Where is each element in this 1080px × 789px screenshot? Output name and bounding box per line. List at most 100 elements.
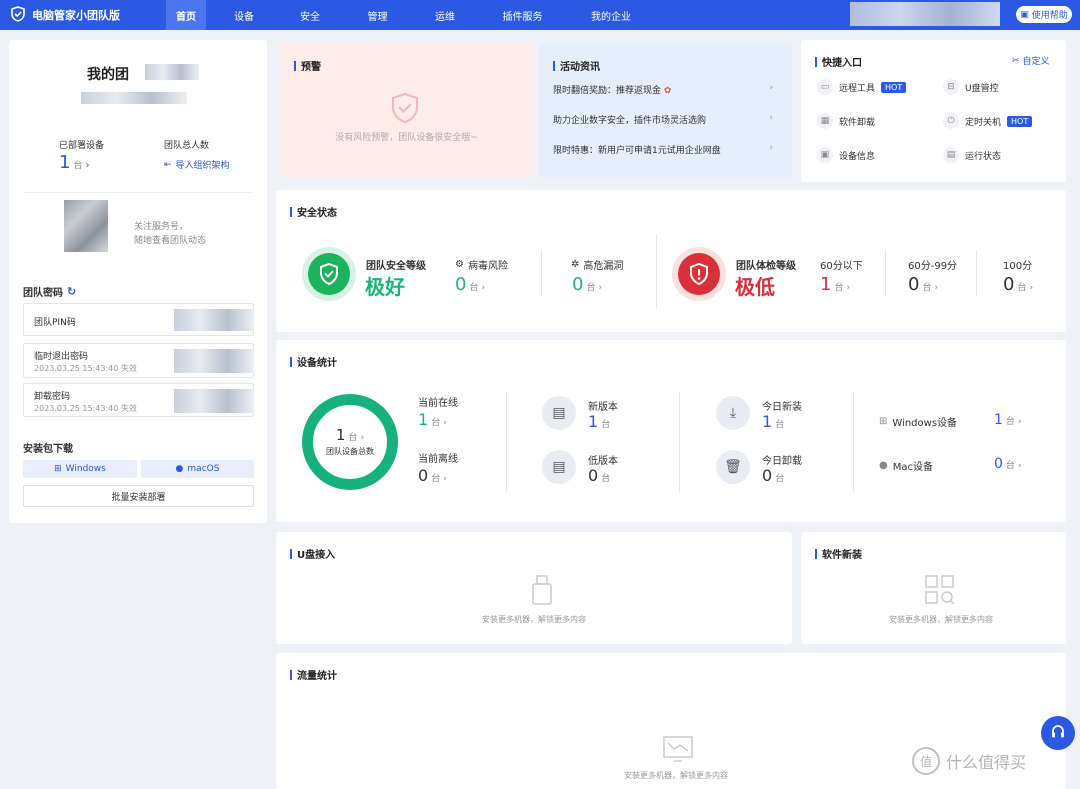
quick-entry-panel: 快捷入口 ✂ 自定义 ▭ 远程工具 HOT ⊟ U盘管控 ▦ 软件卸载 ⏻ 定时…: [801, 40, 1066, 182]
installed-today-count[interactable]: 1 台: [762, 412, 784, 431]
nav-plugins[interactable]: 插件服务: [475, 0, 570, 30]
installed-today-label: 今日新装: [762, 402, 802, 413]
help-button[interactable]: ▣ 使用帮助: [1016, 6, 1072, 23]
chevron-right-icon: ›: [598, 283, 603, 293]
mid-count[interactable]: 0 台 ›: [908, 274, 938, 295]
mac-value: 0: [994, 456, 1003, 472]
account-info-redacted[interactable]: [850, 2, 1000, 26]
news-item-text: 限时特惠：新用户可申请1元试用企业网盘: [553, 146, 721, 156]
divider: [541, 250, 542, 296]
quick-item-label: 定时关机: [965, 117, 1002, 128]
import-org-link[interactable]: ⇤ 导入组织架构: [164, 158, 230, 172]
news-item-text: 助力企业数字安全，插件市场灵活选购: [553, 116, 707, 126]
exit-value-redacted[interactable]: [174, 349, 254, 373]
uninstall-value-redacted[interactable]: [174, 389, 254, 413]
customize-link[interactable]: ✂ 自定义: [1012, 54, 1050, 68]
uninstalled-today-count[interactable]: 0 台: [762, 466, 784, 485]
warning-panel: 预警 没有风险预警，团队设备很安全哦~: [280, 44, 533, 177]
divider: [885, 250, 886, 296]
main-nav: 首页 设备 安全 管理 运维 插件服务 我的企业: [166, 0, 652, 30]
windows-devices-count[interactable]: 1 台 ›: [994, 412, 1022, 428]
low-version-label: 低版本: [588, 456, 618, 467]
apps-grid-icon: ▦: [817, 113, 833, 129]
exit-expire: 2023.03.25 15:43:40 失效: [34, 364, 137, 373]
quick-item-label: 远程工具: [839, 83, 876, 94]
below60-count[interactable]: 1 台 ›: [820, 274, 850, 295]
hot-badge: HOT: [1007, 115, 1033, 127]
usb-control-icon: ⊟: [943, 79, 959, 95]
low-version-count[interactable]: 0 台: [588, 466, 610, 485]
new-version-count[interactable]: 1 台: [588, 412, 610, 431]
chevron-right-icon: ›: [769, 113, 773, 123]
quick-item-running-status[interactable]: ▤ 运行状态: [943, 147, 1001, 163]
unit: 台: [348, 433, 358, 443]
customer-service-button[interactable]: [1041, 716, 1075, 750]
quick-item-usb-control[interactable]: ⊟ U盘管控: [943, 79, 999, 95]
hot-badge: HOT: [881, 81, 907, 93]
brand[interactable]: 电脑管家小团队版: [10, 0, 120, 30]
customize-icon: ✂: [1012, 55, 1020, 66]
uninstall-expire: 2023.03.25 15:43:40 失效: [34, 404, 137, 413]
unit: 台: [834, 283, 844, 293]
quick-item-device-info[interactable]: ▣ 设备信息: [817, 147, 875, 163]
online-value: 1: [418, 410, 429, 429]
quick-item-scheduled-shutdown[interactable]: ⏻ 定时关机 HOT: [943, 113, 1033, 129]
help-label: 使用帮助: [1031, 11, 1068, 21]
follow-line-2: 随地查看团队动态: [134, 236, 207, 246]
virus-risk-count[interactable]: 0 台 ›: [455, 274, 485, 295]
full-count[interactable]: 0 台 ›: [1003, 274, 1033, 295]
virus-label-text: 病毒风险: [467, 261, 508, 272]
trash-icon: 🗑: [716, 450, 750, 484]
quick-item-software-uninstall[interactable]: ▦ 软件卸载: [817, 113, 875, 129]
divider: [679, 392, 680, 492]
chip-icon: ▣: [817, 147, 833, 163]
mac-devices-count[interactable]: 0 台 ›: [994, 456, 1022, 472]
refresh-icon[interactable]: ↻: [67, 285, 76, 298]
deployed-count[interactable]: 1 台 ›: [59, 152, 89, 173]
chevron-right-icon: ›: [443, 418, 447, 428]
download-macos-button[interactable]: ● macOS: [141, 460, 254, 478]
shield-check-icon: [390, 92, 420, 127]
apps-search-icon: [924, 574, 956, 609]
news-item[interactable]: 限时特惠：新用户可申请1元试用企业网盘 ›: [553, 143, 773, 156]
unit: 台: [922, 283, 932, 293]
security-title: 安全状态: [290, 204, 337, 219]
deployed-unit: 台: [73, 161, 83, 171]
chevron-right-icon: ›: [769, 143, 773, 153]
usb-drive-icon: [530, 574, 554, 609]
offline-count[interactable]: 0 台 ›: [418, 466, 447, 485]
shield-logo-icon: [10, 5, 26, 25]
vuln-count[interactable]: 0 台 ›: [572, 274, 602, 295]
follow-line-1: 关注服务号，: [134, 222, 189, 232]
divider: [656, 234, 657, 308]
nav-security[interactable]: 安全: [280, 0, 340, 30]
nav-operations[interactable]: 运维: [415, 0, 475, 30]
windows-label-text: Windows设备: [892, 418, 958, 429]
news-item[interactable]: 限时翻倍奖励：推荐返现金 ✿ ›: [553, 83, 773, 96]
installed-today-value: 1: [762, 412, 773, 431]
download-install-icon: ⤓: [716, 396, 750, 430]
news-item[interactable]: 助力企业数字安全，插件市场灵活选购 ›: [553, 113, 773, 126]
download-windows-button[interactable]: ⊞ Windows: [23, 460, 137, 478]
windows-icon: ⊞: [54, 464, 62, 474]
software-title: 软件新装: [815, 546, 862, 561]
full-value: 0: [1003, 274, 1015, 295]
vuln-label: ✲ 高危漏洞: [571, 257, 623, 272]
safe-label: 团队安全等级: [366, 261, 426, 272]
online-count[interactable]: 1 台 ›: [418, 410, 447, 429]
quick-item-remote-tool[interactable]: ▭ 远程工具 HOT: [817, 79, 907, 95]
exit-label: 临时退出密码: [34, 352, 89, 362]
pin-value-redacted[interactable]: [174, 309, 254, 331]
unit: 台: [601, 420, 611, 430]
traffic-chart-icon: [662, 735, 694, 766]
apple-icon: ●: [879, 460, 888, 471]
device-total-count[interactable]: 1 台 ›: [302, 426, 398, 444]
nav-my-enterprise[interactable]: 我的企业: [570, 0, 652, 30]
safe-value: 极好: [365, 275, 405, 299]
news-panel: 活动资讯 限时翻倍奖励：推荐返现金 ✿ › 助力企业数字安全，插件市场灵活选购 › …: [539, 44, 792, 177]
batch-install-button[interactable]: 批量安装部署: [23, 485, 254, 507]
virus-icon: ⚙: [455, 259, 464, 270]
nav-management[interactable]: 管理: [340, 0, 415, 30]
nav-devices[interactable]: 设备: [208, 0, 280, 30]
nav-home[interactable]: 首页: [166, 0, 206, 30]
